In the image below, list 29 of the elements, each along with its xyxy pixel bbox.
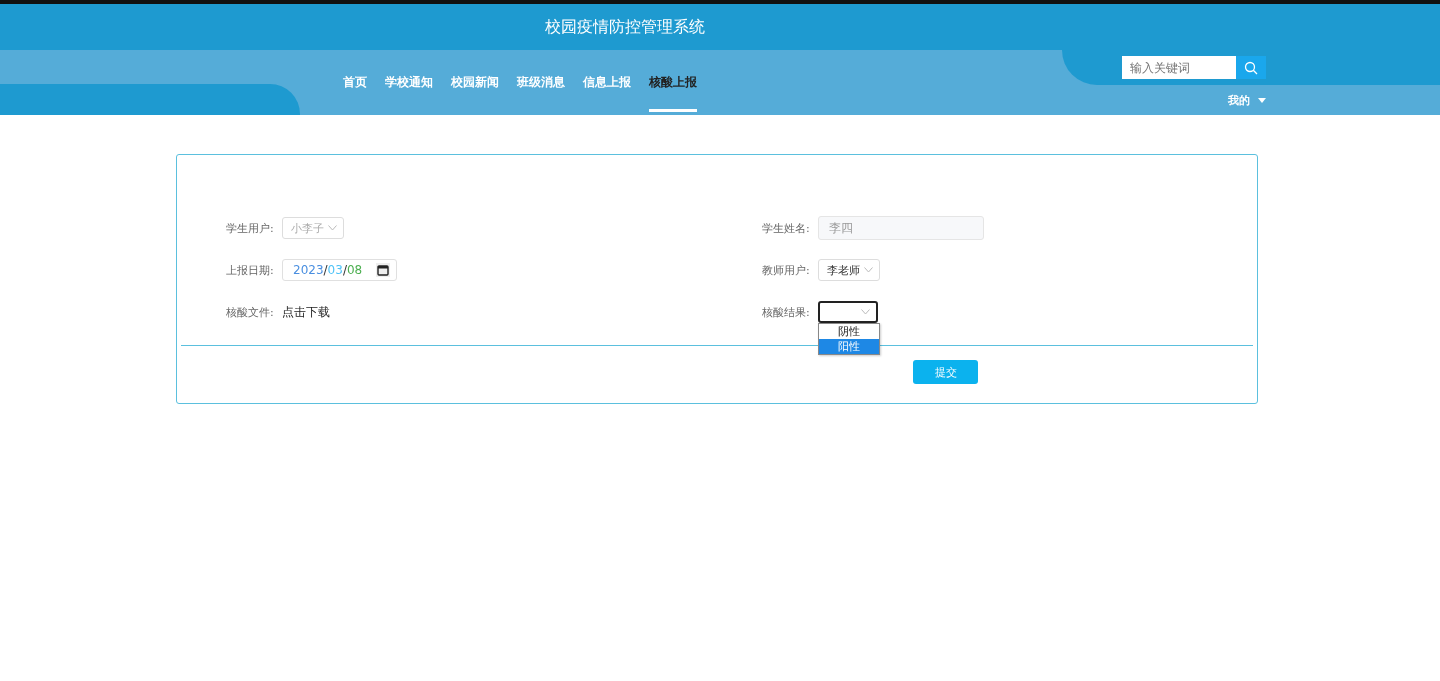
field-label: 学生姓名: [762,220,811,236]
user-menu[interactable]: 我的 [1228,93,1266,108]
search-field[interactable]: 输入关键词 [1122,56,1236,79]
submit-button[interactable]: 提交 [913,360,978,384]
calendar-icon [376,263,391,277]
nav-tab[interactable]: 信息上报 [583,74,631,112]
chevron-icon [328,225,337,231]
field-label: 教师用户: [762,262,811,278]
chevron-icon [861,309,870,315]
nav-tab[interactable]: 班级消息 [517,74,565,112]
download-link[interactable]: 点击下载 [282,303,330,321]
select-field[interactable]: 李老师 [818,259,880,281]
dropdown-option[interactable]: 阳性 [819,339,879,354]
nav-tab[interactable]: 核酸上报 [649,74,697,112]
nav-tab[interactable]: 首页 [343,74,367,112]
select-field[interactable] [818,301,878,323]
field-label: 核酸文件: [226,304,275,320]
site-title: 校园疫情防控管理系统 [545,16,705,38]
nav-tab[interactable]: 校园新闻 [451,74,499,112]
dropdown-option[interactable]: 阴性 [819,324,879,339]
date-field[interactable]: 2023/03/08 [282,259,398,281]
chevron-icon [864,267,873,273]
caret-icon [1258,98,1266,103]
field-label: 学生用户: [226,220,275,236]
search-button[interactable] [1236,56,1266,79]
nav-tab[interactable]: 学校通知 [385,74,433,112]
field-label: 核酸结果: [762,304,811,320]
search-icon [1244,60,1258,75]
field-label: 上报日期: [226,262,275,278]
